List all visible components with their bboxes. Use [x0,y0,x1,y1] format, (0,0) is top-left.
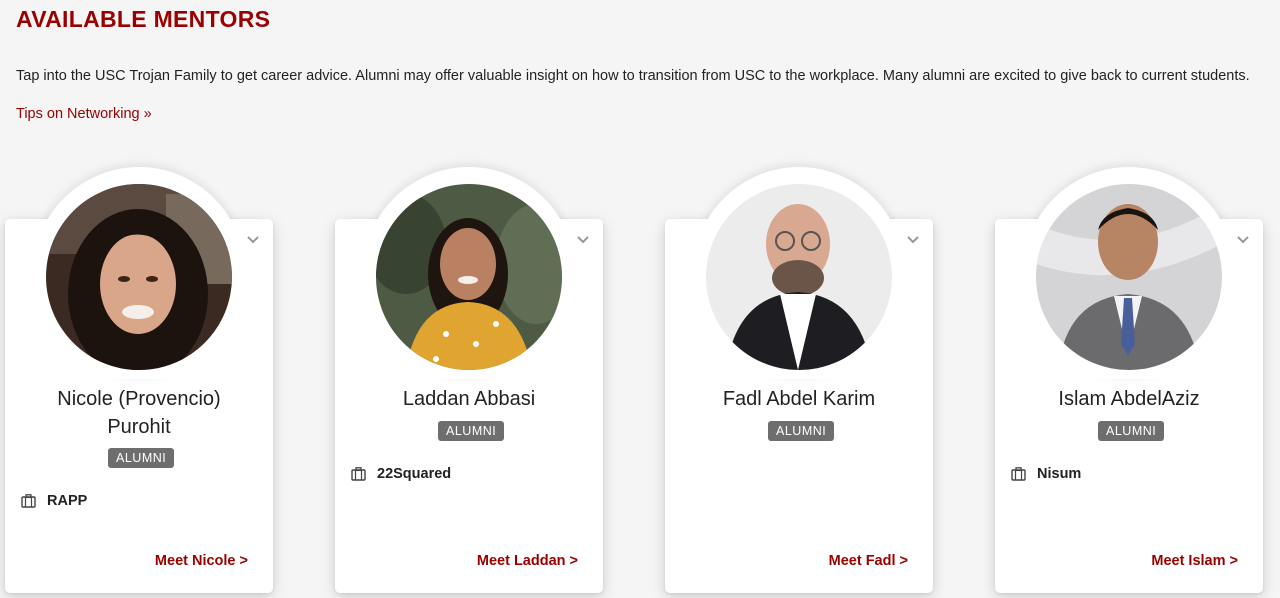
mentor-name: Laddan Abbasi [402,388,536,410]
chevron-down-icon[interactable] [576,233,590,247]
page-title: AVAILABLE MENTORS [16,6,271,32]
meet-mentor-link[interactable]: Meet Laddan > [477,553,578,569]
chevron-down-icon[interactable] [906,233,920,247]
briefcase-icon [351,467,366,481]
avatar-photo[interactable] [706,184,892,370]
avatar-photo[interactable] [376,184,562,370]
avatar-photo[interactable] [1036,184,1222,370]
alumni-badge: ALUMNI [1098,421,1165,441]
intro-text: Tap into the USC Trojan Family to get ca… [16,68,1250,84]
company-row: Nisum [1011,466,1081,482]
alumni-badge: ALUMNI [768,421,835,441]
meet-mentor-link[interactable]: Meet Islam > [1151,553,1238,569]
company-row: RAPP [21,493,87,509]
chevron-down-icon[interactable] [246,233,260,247]
avatar-photo[interactable] [46,184,232,370]
mentor-name: Nicole (Provencio) [57,388,221,410]
mentor-name: Fadl Abdel Karim [722,388,876,410]
alumni-badge: ALUMNI [438,421,505,441]
meet-mentor-link[interactable]: Meet Nicole > [155,553,248,569]
company-row: 22Squared [351,466,451,482]
company-name: Nisum [1037,466,1082,482]
company-name: RAPP [47,493,88,509]
alumni-badge: ALUMNI [108,448,175,468]
briefcase-icon [21,494,36,508]
briefcase-icon [1011,467,1026,481]
chevron-down-icon[interactable] [1236,233,1250,247]
tips-networking-link[interactable]: Tips on Networking » [16,106,152,122]
meet-mentor-link[interactable]: Meet Fadl > [829,553,908,569]
mentor-name: Islam AbdelAziz [1058,388,1200,410]
mentor-name-line2: Purohit [107,416,171,438]
mentors-page: AVAILABLE MENTORS Tap into the USC Troja… [0,0,1280,598]
company-name: 22Squared [377,466,452,482]
